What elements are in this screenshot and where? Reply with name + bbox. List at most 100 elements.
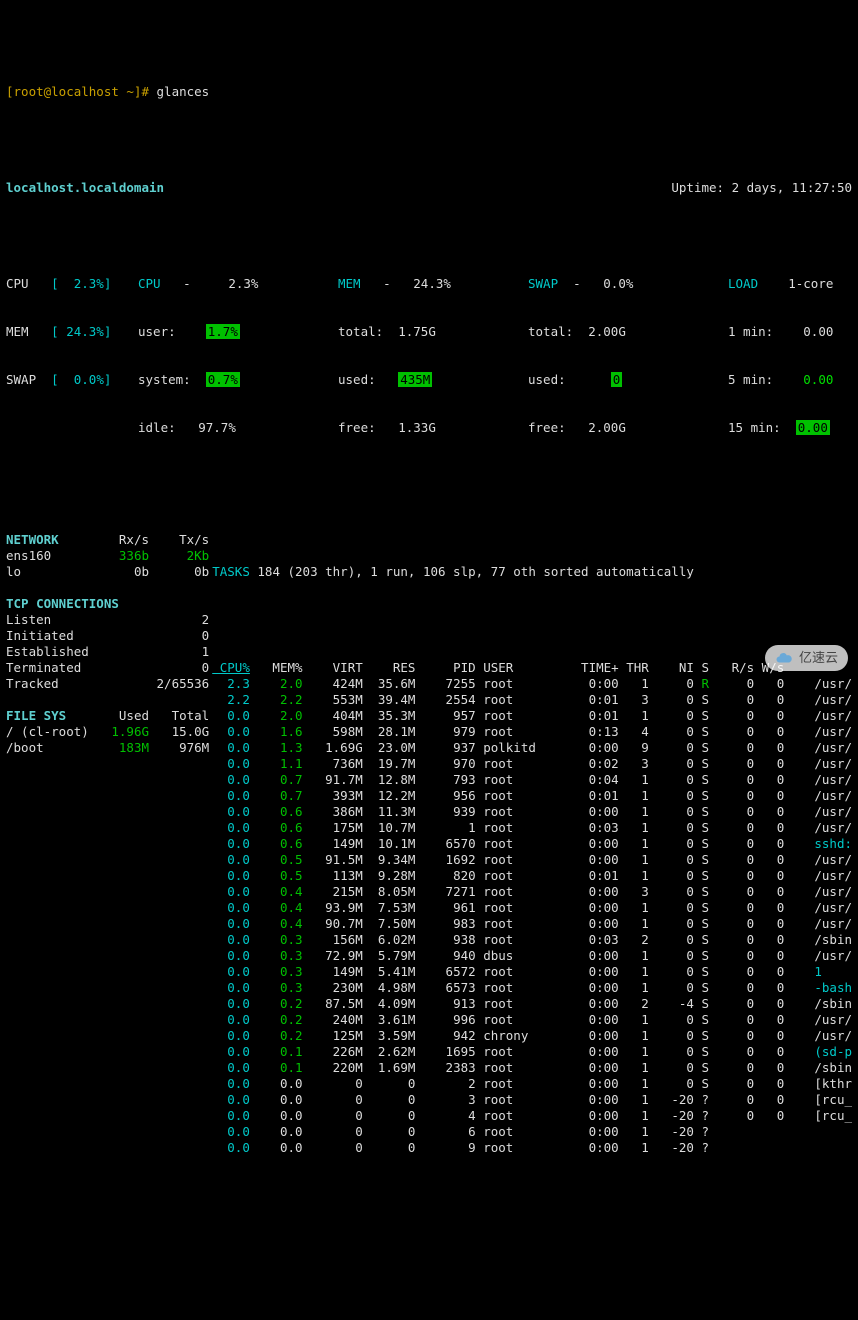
mem-used-l: used: [338,372,376,387]
swap-pct: 0.0% [603,276,633,291]
proc-row[interactable]: 0.0 1.6 598M 28.1M 979 root 0:13 4 0 S 0… [212,724,852,740]
mem-free-v: 1.33G [398,420,436,435]
proc-row[interactable]: 0.0 0.5 91.5M 9.34M 1692 root 0:00 1 0 S… [212,852,852,868]
proc-header: CPU% MEM% VIRT RES PID USER TIME+ THR NI… [212,660,852,676]
hostname: localhost.localdomain [6,180,164,196]
summary-row-3: SWAP [ 0.0%] system: 0.7% used: 435M use… [6,372,852,388]
cpu-idle-v: 97.7% [198,420,236,435]
swap-used-l: used: [528,372,566,387]
cpu-idle-l: idle: [138,420,176,435]
proc-row[interactable]: 0.0 2.0 404M 35.3M 957 root 0:01 1 0 S 0… [212,708,852,724]
proc-row[interactable]: 0.0 0.5 113M 9.28M 820 root 0:01 1 0 S 0… [212,868,852,884]
proc-row[interactable]: 0.0 0.7 393M 12.2M 956 root 0:01 1 0 S 0… [212,788,852,804]
load-1-v: 0.00 [803,324,833,339]
swap-used-v: 0 [611,372,623,387]
cpu-sys-v: 0.7% [206,372,240,387]
fs-header: FILE SYS Used Total [6,708,212,724]
watermark-text: 亿速云 [799,650,838,666]
proc-row[interactable]: 0.0 0.0 0 0 3 root 0:00 1 -20 ? 0 0 [rcu… [212,1092,852,1108]
proc-row[interactable]: 0.0 1.3 1.69G 23.0M 937 polkitd 0:00 9 0… [212,740,852,756]
prompt-line: [root@localhost ~]# glances [6,84,852,100]
tcp-row: Listen 2 [6,612,212,628]
proc-row[interactable]: 0.0 0.0 0 0 2 root 0:00 1 0 S 0 0 [kthr [212,1076,852,1092]
fs-row: / (cl-root) 1.96G 15.0G [6,724,212,740]
watermark: 亿速云 [765,645,848,671]
proc-row[interactable]: 2.3 2.0 424M 35.6M 7255 root 0:00 1 0 R … [212,676,852,692]
load-5-v: 0.00 [803,372,833,387]
load-15-l: 15 min: [728,420,781,435]
proc-row[interactable]: 0.0 1.1 736M 19.7M 970 root 0:02 3 0 S 0… [212,756,852,772]
proc-row[interactable]: 0.0 0.2 87.5M 4.09M 913 root 0:00 2 -4 S… [212,996,852,1012]
cloud-icon [775,649,793,667]
swap-title: SWAP [528,276,558,291]
swap-free-v: 2.00G [588,420,626,435]
network-row: lo 0b 0b [6,564,212,580]
tcp-row: Initiated 0 [6,628,212,644]
swap-total-l: total: [528,324,573,339]
proc-row[interactable]: 0.0 0.3 156M 6.02M 938 root 0:03 2 0 S 0… [212,932,852,948]
mem-total-l: total: [338,324,383,339]
proc-row[interactable]: 0.0 0.7 91.7M 12.8M 793 root 0:04 1 0 S … [212,772,852,788]
process-table[interactable]: CPU% MEM% VIRT RES PID USER TIME+ THR NI… [212,660,852,1156]
load-title: LOAD [728,276,758,291]
load-1-l: 1 min: [728,324,773,339]
tcp-header: TCP CONNECTIONS [6,596,212,612]
prompt-command: glances [157,84,210,100]
proc-row[interactable]: 0.0 0.6 149M 10.1M 6570 root 0:00 1 0 S … [212,836,852,852]
tasks-line: TASKS 184 (203 thr), 1 run, 106 slp, 77 … [212,564,852,580]
proc-row[interactable]: 0.0 0.4 215M 8.05M 7271 root 0:00 3 0 S … [212,884,852,900]
swap-free-l: free: [528,420,566,435]
left-panel: NETWORK Rx/s Tx/sens160 336b 2Kblo 0b 0b… [6,532,212,1188]
left-mem-val: [ 24.3%] [51,324,111,339]
tcp-row: Terminated 0 [6,660,212,676]
load-core: 1-core [788,276,833,291]
uptime: Uptime: 2 days, 11:27:50 [671,180,852,196]
proc-row[interactable]: 2.2 2.2 553M 39.4M 2554 root 0:01 3 0 S … [212,692,852,708]
proc-row[interactable]: 0.0 0.4 93.9M 7.53M 961 root 0:00 1 0 S … [212,900,852,916]
proc-row[interactable]: 0.0 0.3 149M 5.41M 6572 root 0:00 1 0 S … [212,964,852,980]
summary-row-1: CPU [ 2.3%] CPU - 2.3% MEM - 24.3% SWAP … [6,276,852,292]
proc-row[interactable]: 0.0 0.3 230M 4.98M 6573 root 0:00 1 0 S … [212,980,852,996]
tcp-row: Tracked 2/65536 [6,676,212,692]
tcp-row: Established 1 [6,644,212,660]
left-swap-val: [ 0.0%] [51,372,111,387]
proc-row[interactable]: 0.0 0.0 0 0 6 root 0:00 1 -20 ? [212,1124,852,1140]
mem-free-l: free: [338,420,376,435]
cpu-user-l: user: [138,324,176,339]
left-mem-label: MEM [6,324,29,339]
cpu-dash: - [183,276,191,291]
mem-used-v: 435M [398,372,432,387]
proc-row[interactable]: 0.0 0.0 0 0 9 root 0:00 1 -20 ? [212,1140,852,1156]
mem-pct: 24.3% [413,276,451,291]
cpu-title: CPU [138,276,161,291]
mem-total-v: 1.75G [398,324,436,339]
swap-total-v: 2.00G [588,324,626,339]
network-header: NETWORK Rx/s Tx/s [6,532,212,548]
proc-row[interactable]: 0.0 0.2 125M 3.59M 942 chrony 0:00 1 0 S… [212,1028,852,1044]
left-swap-label: SWAP [6,372,36,387]
tasks-label: TASKS [212,564,250,579]
cpu-sys-l: system: [138,372,191,387]
proc-row[interactable]: 0.0 0.4 90.7M 7.50M 983 root 0:00 1 0 S … [212,916,852,932]
proc-row[interactable]: 0.0 0.1 220M 1.69M 2383 root 0:00 1 0 S … [212,1060,852,1076]
proc-row[interactable]: 0.0 0.6 386M 11.3M 939 root 0:00 1 0 S 0… [212,804,852,820]
load-15-v: 0.00 [796,420,830,435]
cpu-pct: 2.3% [228,276,258,291]
process-panel: TASKS 184 (203 thr), 1 run, 106 slp, 77 … [212,532,852,1188]
proc-row[interactable]: 0.0 0.2 240M 3.61M 996 root 0:00 1 0 S 0… [212,1012,852,1028]
load-5-l: 5 min: [728,372,773,387]
proc-row[interactable]: 0.0 0.0 0 0 4 root 0:00 1 -20 ? 0 0 [rcu… [212,1108,852,1124]
fs-row: /boot 183M 976M [6,740,212,756]
network-row: ens160 336b 2Kb [6,548,212,564]
proc-row[interactable]: 0.0 0.6 175M 10.7M 1 root 0:03 1 0 S 0 0… [212,820,852,836]
swap-dash: - [573,276,581,291]
left-cpu-label: CPU [6,276,29,291]
main-area: NETWORK Rx/s Tx/sens160 336b 2Kblo 0b 0b… [6,532,852,1188]
cpu-user-v: 1.7% [206,324,240,339]
mem-dash: - [383,276,391,291]
top-bar: localhost.localdomain Uptime: 2 days, 11… [6,180,852,196]
prompt: [root@localhost ~]# [6,84,149,100]
proc-row[interactable]: 0.0 0.3 72.9M 5.79M 940 dbus 0:00 1 0 S … [212,948,852,964]
proc-row[interactable]: 0.0 0.1 226M 2.62M 1695 root 0:00 1 0 S … [212,1044,852,1060]
left-cpu-val: [ 2.3%] [51,276,111,291]
